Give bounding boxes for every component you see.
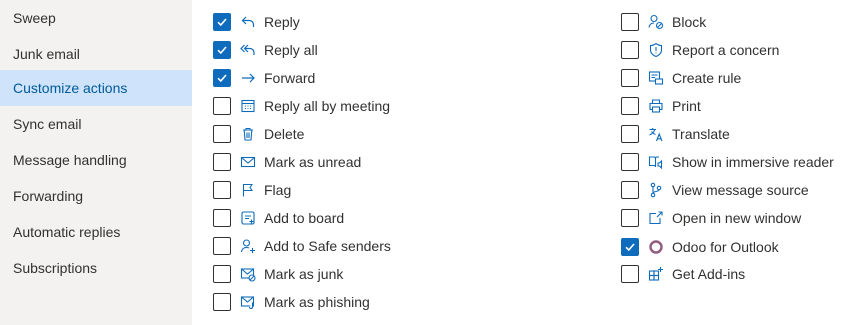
action-label: Translate [672,126,730,142]
checkbox[interactable] [213,13,231,31]
sidebar-item-customize-actions[interactable]: Customize actions [0,70,192,106]
forward-icon [240,70,256,86]
sidebar-item-junk-email[interactable]: Junk email [0,36,192,72]
checkbox[interactable] [213,265,231,283]
checkbox[interactable] [621,265,639,283]
action-option-add-to-board[interactable]: Add to board [213,207,344,229]
envelope-icon [240,154,256,170]
action-label: Print [672,98,701,114]
action-label: Get Add-ins [672,266,746,282]
action-label: Mark as phishing [264,294,370,310]
action-label: Mark as junk [264,266,344,282]
action-label: Create rule [672,70,742,86]
action-option-block[interactable]: Block [621,11,706,33]
action-option-reply[interactable]: Reply [213,11,300,33]
junk-icon [240,266,256,282]
rule-icon [648,70,664,86]
checkbox[interactable] [621,69,639,87]
checkbox[interactable] [213,237,231,255]
trash-icon [240,126,256,142]
checkbox[interactable] [213,125,231,143]
checkbox[interactable] [621,238,639,256]
action-option-create-rule[interactable]: Create rule [621,67,741,89]
action-label: Add to Safe senders [264,238,391,254]
board-icon [240,210,256,226]
action-label: Reply all [264,42,318,58]
action-label: Mark as unread [264,154,362,170]
action-option-flag[interactable]: Flag [213,179,291,201]
checkbox[interactable] [213,209,231,227]
action-label: Flag [264,182,292,198]
action-option-delete[interactable]: Delete [213,123,304,145]
immersive-reader-icon [648,154,664,170]
flag-icon [240,182,256,198]
checkbox[interactable] [621,97,639,115]
action-label: Show in immersive reader [672,154,834,170]
checkbox[interactable] [621,41,639,59]
checkbox[interactable] [621,181,639,199]
action-option-mark-as-unread[interactable]: Mark as unread [213,151,361,173]
settings-sidebar: Sweep Junk email Customize actions Sync … [0,0,192,325]
sidebar-item-message-handling[interactable]: Message handling [0,142,192,178]
checkbox[interactable] [621,13,639,31]
reply-icon [240,14,256,30]
action-option-translate[interactable]: Translate [621,123,730,145]
action-option-forward[interactable]: Forward [213,67,315,89]
action-option-mark-as-phishing[interactable]: Mark as phishing [213,291,370,313]
checkbox[interactable] [621,125,639,143]
printer-icon [648,98,664,114]
action-label: Open in new window [672,210,802,226]
action-option-reply-all-by-meeting[interactable]: Reply all by meeting [213,95,390,117]
action-label: Forward [264,70,316,86]
open-window-icon [648,210,664,226]
checkbox[interactable] [213,69,231,87]
translate-icon [648,126,664,142]
action-label: Block [672,14,707,30]
checkbox[interactable] [621,153,639,171]
checkbox[interactable] [213,41,231,59]
checkbox[interactable] [621,209,639,227]
action-option-add-to-safe-senders[interactable]: Add to Safe senders [213,235,391,257]
action-option-view-message-source[interactable]: View message source [621,179,809,201]
customize-actions-panel: Reply Reply all Forward Reply all by mee… [192,0,849,325]
branch-icon [648,182,664,198]
checkbox[interactable] [213,181,231,199]
shield-icon [648,42,664,58]
action-label: Reply all by meeting [264,98,391,114]
action-label: View message source [672,182,809,198]
action-option-show-in-immersive-reader[interactable]: Show in immersive reader [621,151,834,173]
action-label: Delete [264,126,305,142]
sidebar-item-forwarding[interactable]: Forwarding [0,178,192,214]
person-add-icon [240,238,256,254]
checkbox[interactable] [213,97,231,115]
block-person-icon [648,14,664,30]
action-option-odoo-for-outlook[interactable]: Odoo for Outlook [621,236,779,258]
action-option-print[interactable]: Print [621,95,701,117]
action-option-report-a-concern[interactable]: Report a concern [621,39,779,61]
checkbox[interactable] [213,293,231,311]
action-option-mark-as-junk[interactable]: Mark as junk [213,263,343,285]
action-label: Reply [264,14,300,30]
action-label: Odoo for Outlook [672,239,779,255]
add-ins-icon [648,266,664,282]
action-label: Add to board [264,210,345,226]
sidebar-item-sweep[interactable]: Sweep [0,0,192,36]
odoo-icon [648,239,664,255]
phishing-icon [240,294,256,310]
sidebar-item-automatic-replies[interactable]: Automatic replies [0,214,192,250]
action-option-reply-all[interactable]: Reply all [213,39,318,61]
action-option-open-in-new-window[interactable]: Open in new window [621,207,801,229]
sidebar-item-sync-email[interactable]: Sync email [0,106,192,142]
action-option-get-add-ins[interactable]: Get Add-ins [621,263,745,285]
calendar-icon [240,98,256,114]
action-label: Report a concern [672,42,780,58]
reply-all-icon [240,42,256,58]
sidebar-item-subscriptions[interactable]: Subscriptions [0,250,192,286]
checkbox[interactable] [213,153,231,171]
